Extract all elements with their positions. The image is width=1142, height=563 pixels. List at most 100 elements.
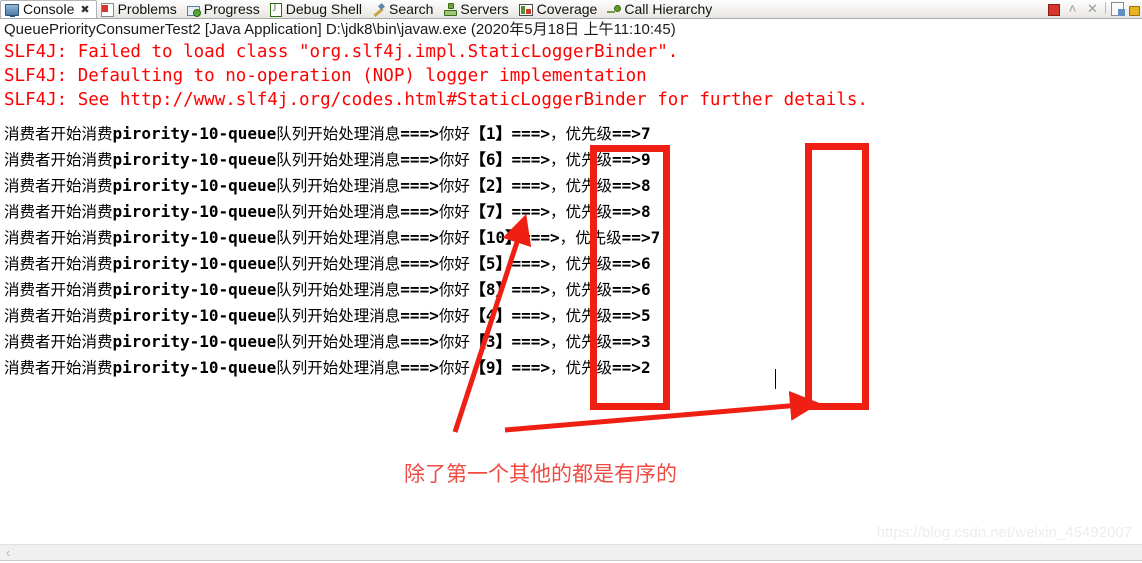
console-line-slf4j-3: SLF4J: See http://www.slf4j.org/codes.ht…: [4, 90, 868, 110]
priority-label: ，优先级: [550, 125, 613, 143]
message-id: 【4】: [469, 306, 512, 325]
queue-name: pirority-10-queue: [112, 254, 277, 273]
priority-value: 9: [640, 150, 651, 169]
arrow-glyph-2: ===>: [511, 280, 551, 299]
queue-name: pirority-10-queue: [112, 358, 277, 377]
console-message-line: 消费者开始消费pirority-10-queue队列开始处理消息===>你好【5…: [4, 252, 651, 277]
tab-problems[interactable]: Problems: [97, 0, 183, 18]
arrow-glyph: ===>: [400, 306, 439, 325]
tab-progress-label: Progress: [203, 0, 260, 17]
greeting: 你好: [438, 151, 470, 169]
console-message-line: 消费者开始消费pirority-10-queue队列开始处理消息===>你好【1…: [4, 226, 660, 251]
console-launch-title: QueuePriorityConsumerTest2 [Java Applica…: [4, 21, 676, 38]
queue-name: pirority-10-queue: [112, 150, 277, 169]
watermark-text: https://blog.csdn.net/weixin_45492007: [876, 524, 1132, 541]
priority-arrow: ==>: [612, 124, 641, 143]
clear-console-icon[interactable]: [1111, 2, 1125, 16]
line-mid: 队列开始处理消息: [276, 125, 401, 143]
horizontal-scrollbar[interactable]: ‹: [0, 544, 1142, 561]
priority-arrow: ==>: [612, 306, 641, 325]
arrow-glyph: ===>: [400, 176, 439, 195]
priority-value: 3: [640, 332, 651, 351]
queue-name: pirority-10-queue: [112, 306, 277, 325]
scroll-left-icon[interactable]: ‹: [0, 545, 16, 561]
line-prefix: 消费者开始消费: [4, 359, 113, 377]
tab-coverage[interactable]: Coverage: [515, 0, 604, 18]
arrow-glyph: ===>: [400, 358, 439, 377]
priority-value: 7: [640, 124, 651, 143]
line-prefix: 消费者开始消费: [4, 333, 113, 351]
tab-debug-shell[interactable]: Debug Shell: [266, 0, 368, 18]
view-tab-bar: Console ✖ Problems Progress Debug Shell …: [0, 0, 1142, 19]
tab-coverage-label: Coverage: [536, 0, 598, 17]
line-mid: 队列开始处理消息: [276, 307, 401, 325]
console-message-line: 消费者开始消费pirority-10-queue队列开始处理消息===>你好【7…: [4, 200, 651, 225]
priority-arrow: ==>: [612, 254, 641, 273]
message-id: 【10】: [469, 228, 522, 247]
greeting: 你好: [438, 177, 470, 195]
priority-value: 8: [640, 202, 651, 221]
arrow-glyph-2: ===>: [511, 202, 551, 221]
tab-problems-label: Problems: [117, 0, 177, 17]
greeting: 你好: [438, 281, 470, 299]
line-prefix: 消费者开始消费: [4, 151, 113, 169]
arrow-glyph-2: ===>: [511, 150, 551, 169]
tab-search[interactable]: Search: [368, 0, 439, 18]
priority-value: 8: [640, 176, 651, 195]
priority-label: ，优先级: [550, 307, 613, 325]
line-prefix: 消费者开始消费: [4, 177, 113, 195]
console-message-line: 消费者开始消费pirority-10-queue队列开始处理消息===>你好【8…: [4, 278, 651, 303]
priority-arrow: ==>: [612, 280, 641, 299]
tab-console[interactable]: Console ✖: [0, 0, 97, 18]
priority-label: ，优先级: [550, 255, 613, 273]
message-id: 【2】: [469, 176, 512, 195]
message-id: 【5】: [469, 254, 512, 273]
remove-all-icon[interactable]: ✕: [1085, 1, 1100, 16]
close-icon[interactable]: ✖: [80, 4, 89, 16]
line-prefix: 消费者开始消费: [4, 125, 113, 143]
arrow-glyph: ===>: [400, 124, 439, 143]
console-message-line: 消费者开始消费pirority-10-queue队列开始处理消息===>你好【2…: [4, 174, 651, 199]
queue-name: pirority-10-queue: [112, 228, 277, 247]
greeting: 你好: [438, 229, 470, 247]
line-prefix: 消费者开始消费: [4, 281, 113, 299]
arrow-glyph-2: ===>: [511, 332, 551, 351]
tab-call-hierarchy-label: Call Hierarchy: [624, 0, 713, 17]
debug-shell-icon: [269, 2, 282, 17]
priority-arrow: ==>: [612, 332, 641, 351]
line-mid: 队列开始处理消息: [276, 229, 401, 247]
greeting: 你好: [438, 307, 470, 325]
priority-value: 6: [640, 280, 651, 299]
tab-search-label: Search: [389, 0, 434, 17]
priority-arrow: ==>: [612, 176, 641, 195]
line-mid: 队列开始处理消息: [276, 255, 401, 273]
greeting: 你好: [438, 333, 470, 351]
greeting: 你好: [438, 203, 470, 221]
arrow-glyph: ===>: [400, 280, 439, 299]
tab-servers[interactable]: Servers: [439, 0, 514, 18]
tab-call-hierarchy[interactable]: Call Hierarchy: [603, 0, 718, 18]
priority-label: ，优先级: [550, 177, 613, 195]
problems-icon: [100, 2, 114, 17]
line-mid: 队列开始处理消息: [276, 281, 401, 299]
message-id: 【8】: [469, 280, 512, 299]
arrow-glyph: ===>: [400, 228, 439, 247]
terminate-icon[interactable]: [1048, 3, 1060, 16]
queue-name: pirority-10-queue: [112, 332, 277, 351]
tab-progress[interactable]: Progress: [183, 0, 266, 18]
pin-console-icon[interactable]: [1129, 5, 1140, 16]
text-caret: [775, 369, 776, 389]
console-line-slf4j-2: SLF4J: Defaulting to no-operation (NOP) …: [4, 66, 647, 86]
line-prefix: 消费者开始消费: [4, 255, 113, 273]
line-mid: 队列开始处理消息: [276, 151, 401, 169]
line-prefix: 消费者开始消费: [4, 307, 113, 325]
console-output-area[interactable]: SLF4J: Failed to load class "org.slf4j.i…: [0, 42, 1142, 529]
tab-debug-shell-label: Debug Shell: [285, 0, 363, 17]
priority-arrow: ==>: [621, 228, 651, 247]
greeting: 你好: [438, 359, 470, 377]
scroll-lock-icon[interactable]: ˄: [1065, 1, 1080, 16]
message-id: 【9】: [469, 358, 512, 377]
console-message-line: 消费者开始消费pirority-10-queue队列开始处理消息===>你好【4…: [4, 304, 651, 329]
search-icon: [372, 3, 385, 16]
greeting: 你好: [438, 255, 470, 273]
